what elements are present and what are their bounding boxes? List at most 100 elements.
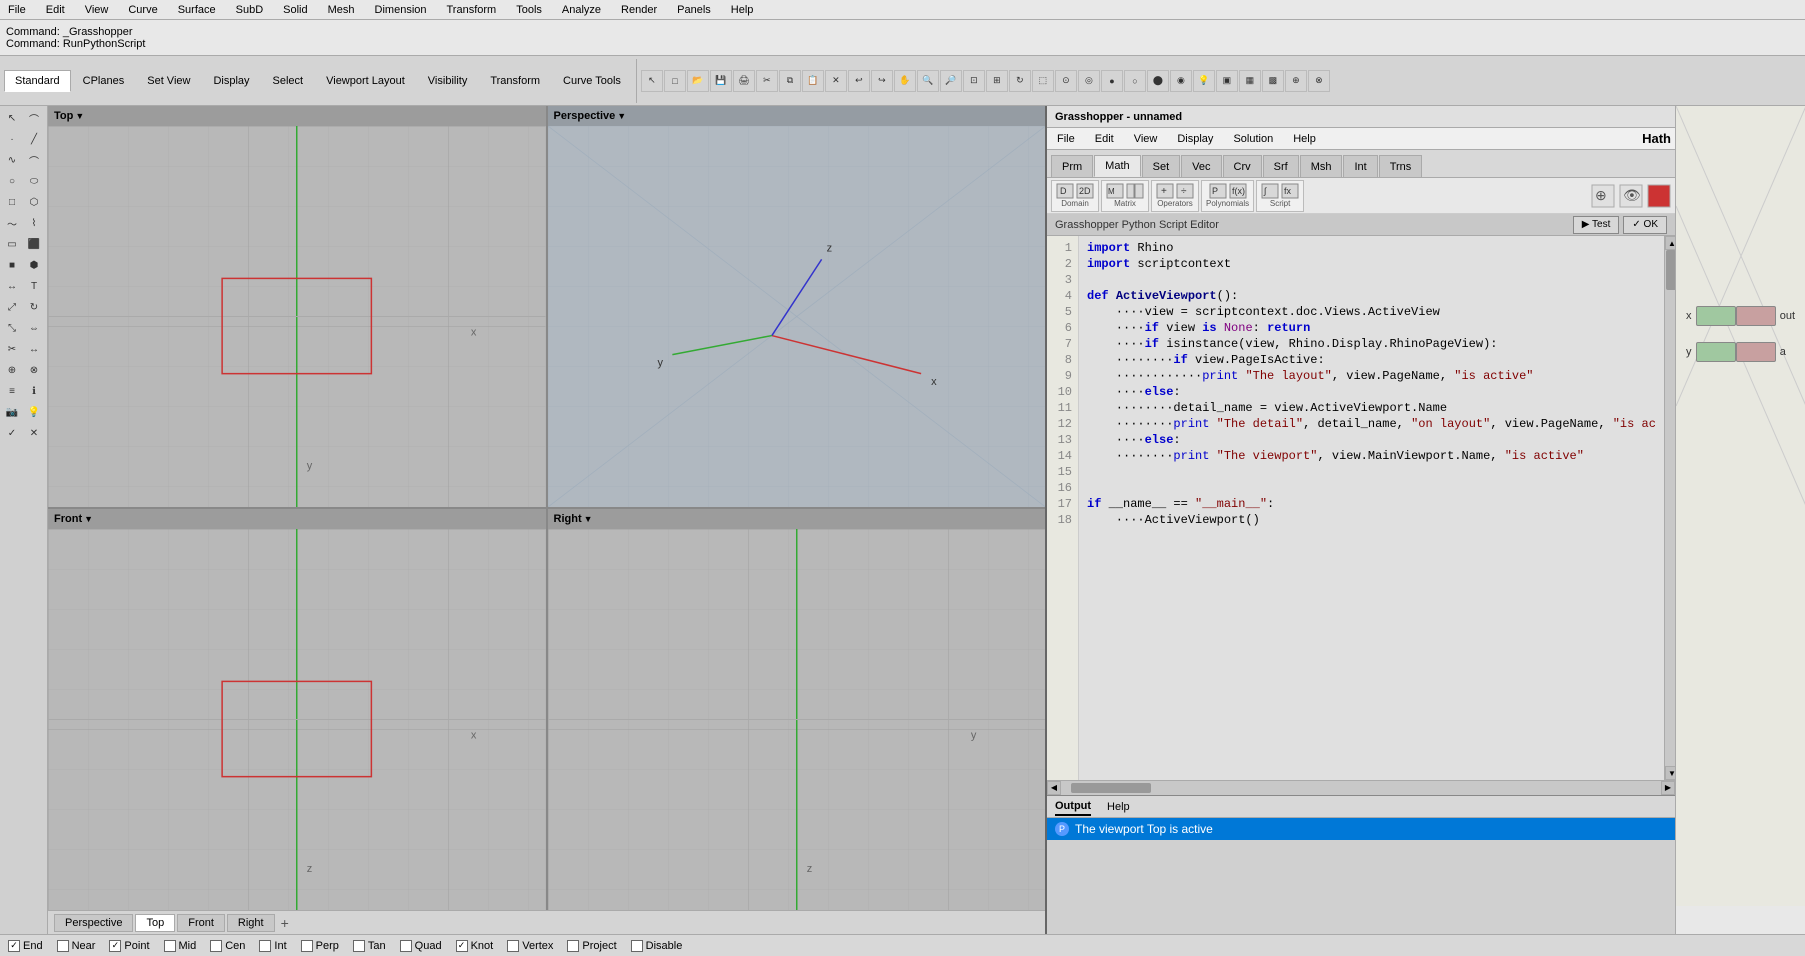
vptab-perspective[interactable]: Perspective	[54, 914, 133, 932]
tool-rotate-t[interactable]: ↻	[24, 297, 44, 317]
tool-layer[interactable]: ≡	[2, 381, 22, 401]
tb-rotate[interactable]: ↻	[1009, 70, 1031, 92]
tool-mirror[interactable]: ⇔	[24, 318, 44, 338]
tool-curve[interactable]: ∿	[2, 150, 22, 170]
tool-polygon[interactable]: ⬡	[24, 192, 44, 212]
viewport-perspective-header[interactable]: Perspective ▼	[548, 106, 1046, 126]
gh-menu-file[interactable]: File	[1051, 131, 1081, 147]
tool-interp[interactable]: ⌇	[24, 213, 44, 233]
tool-mesh[interactable]: ⬢	[24, 255, 44, 275]
gh-group-polynomials[interactable]: P f(x) Polynomials	[1201, 180, 1254, 212]
cb-tan[interactable]	[353, 940, 365, 952]
menu-surface[interactable]: Surface	[174, 4, 220, 16]
tab-transform[interactable]: Transform	[479, 70, 551, 92]
gh-menu-solution[interactable]: Solution	[1227, 131, 1279, 147]
tb-b5[interactable]: ○	[1124, 70, 1146, 92]
cb-disable[interactable]	[631, 940, 643, 952]
gh-red-icon[interactable]	[1647, 184, 1671, 208]
tb-b8[interactable]: ⊕	[1285, 70, 1307, 92]
tool-props[interactable]: ℹ	[24, 381, 44, 401]
tool-move[interactable]: ⤢	[2, 297, 22, 317]
cb-perp[interactable]	[301, 940, 313, 952]
tb-arrow[interactable]: ↖	[641, 70, 663, 92]
tool-dim[interactable]: ↔	[2, 276, 22, 296]
gh-tab-math[interactable]: Math	[1094, 155, 1140, 177]
cb-cen[interactable]	[210, 940, 222, 952]
tb-b6[interactable]: ⬤	[1147, 70, 1169, 92]
tb-b9[interactable]: ⊗	[1308, 70, 1330, 92]
tb-light[interactable]: 💡	[1193, 70, 1215, 92]
vptab-right[interactable]: Right	[227, 914, 275, 932]
tb-cut[interactable]: ✂	[756, 70, 778, 92]
gh-tab-srf[interactable]: Srf	[1263, 155, 1299, 177]
tool-join[interactable]: ⊕	[2, 360, 22, 380]
tool-light2[interactable]: 💡	[24, 402, 44, 422]
tb-render3[interactable]: ▩	[1262, 70, 1284, 92]
tab-visibility[interactable]: Visibility	[417, 70, 479, 92]
tb-redo[interactable]: ↪	[871, 70, 893, 92]
menu-analyze[interactable]: Analyze	[558, 4, 605, 16]
menu-view[interactable]: View	[81, 4, 113, 16]
vptab-front[interactable]: Front	[177, 914, 225, 932]
tool-explode[interactable]: ⊗	[24, 360, 44, 380]
tool-extrude[interactable]: ⬛	[24, 234, 44, 254]
cb-end[interactable]	[8, 940, 20, 952]
tb-b2[interactable]: ⊙	[1055, 70, 1077, 92]
tool-surface[interactable]: ▭	[2, 234, 22, 254]
menu-subd[interactable]: SubD	[232, 4, 268, 16]
viewport-right-header[interactable]: Right ▼	[548, 509, 1046, 529]
menu-panels[interactable]: Panels	[673, 4, 715, 16]
gh-group-domain[interactable]: D 2D Domain	[1051, 180, 1099, 212]
hscroll-thumb[interactable]	[1071, 783, 1151, 793]
tab-select[interactable]: Select	[262, 70, 315, 92]
menu-render[interactable]: Render	[617, 4, 661, 16]
tb-undo[interactable]: ↩	[848, 70, 870, 92]
tool-scale[interactable]: ⤡	[2, 318, 22, 338]
tool-arc[interactable]: ⌒	[24, 150, 44, 170]
tb-b7[interactable]: ◉	[1170, 70, 1192, 92]
hscrollbar[interactable]: ◀ ▶	[1047, 780, 1675, 794]
tab-display[interactable]: Display	[202, 70, 260, 92]
tool-x[interactable]: ✕	[24, 423, 44, 443]
menu-mesh[interactable]: Mesh	[324, 4, 359, 16]
gh-menu-display[interactable]: Display	[1171, 131, 1219, 147]
gh-menu-view[interactable]: View	[1128, 131, 1164, 147]
tab-standard[interactable]: Standard	[4, 70, 71, 92]
tb-b3[interactable]: ◎	[1078, 70, 1100, 92]
menu-tools[interactable]: Tools	[512, 4, 546, 16]
tb-pan[interactable]: ✋	[894, 70, 916, 92]
gh-tab-prm[interactable]: Prm	[1051, 155, 1093, 177]
menu-transform[interactable]: Transform	[443, 4, 501, 16]
tb-zoom-out[interactable]: 🔎	[940, 70, 962, 92]
tool-circle[interactable]: ○	[2, 171, 22, 191]
menu-edit[interactable]: Edit	[42, 4, 69, 16]
tb-zoomwin[interactable]: ⊞	[986, 70, 1008, 92]
gh-input-y-port[interactable]	[1696, 342, 1736, 362]
tb-zoom-in[interactable]: 🔍	[917, 70, 939, 92]
menu-dimension[interactable]: Dimension	[371, 4, 431, 16]
btn-test[interactable]: ▶ Test	[1573, 216, 1620, 234]
tool-solid[interactable]: ■	[2, 255, 22, 275]
gh-tab-msh[interactable]: Msh	[1300, 155, 1343, 177]
tb-print[interactable]: 🖨	[733, 70, 755, 92]
gh-menu-edit[interactable]: Edit	[1089, 131, 1120, 147]
vscroll-thumb[interactable]	[1666, 250, 1675, 290]
output-row-0[interactable]: P The viewport Top is active	[1047, 818, 1675, 840]
tb-new[interactable]: □	[664, 70, 686, 92]
gh-output-out-port[interactable]	[1736, 306, 1776, 326]
tab-curvetools[interactable]: Curve Tools	[552, 70, 632, 92]
cb-mid[interactable]	[164, 940, 176, 952]
tool-text[interactable]: T	[24, 276, 44, 296]
tb-open[interactable]: 📂	[687, 70, 709, 92]
tab-cplanes[interactable]: CPlanes	[72, 70, 136, 92]
cb-vertex[interactable]	[507, 940, 519, 952]
gh-tab-int[interactable]: Int	[1343, 155, 1377, 177]
cb-quad[interactable]	[400, 940, 412, 952]
tool-rect[interactable]: □	[2, 192, 22, 212]
tb-b1[interactable]: ⬚	[1032, 70, 1054, 92]
gh-menu-help[interactable]: Help	[1287, 131, 1322, 147]
tb-zoomext[interactable]: ⊡	[963, 70, 985, 92]
tb-copy[interactable]: ⧉	[779, 70, 801, 92]
cb-int[interactable]	[259, 940, 271, 952]
tool-extend[interactable]: ↔	[24, 339, 44, 359]
